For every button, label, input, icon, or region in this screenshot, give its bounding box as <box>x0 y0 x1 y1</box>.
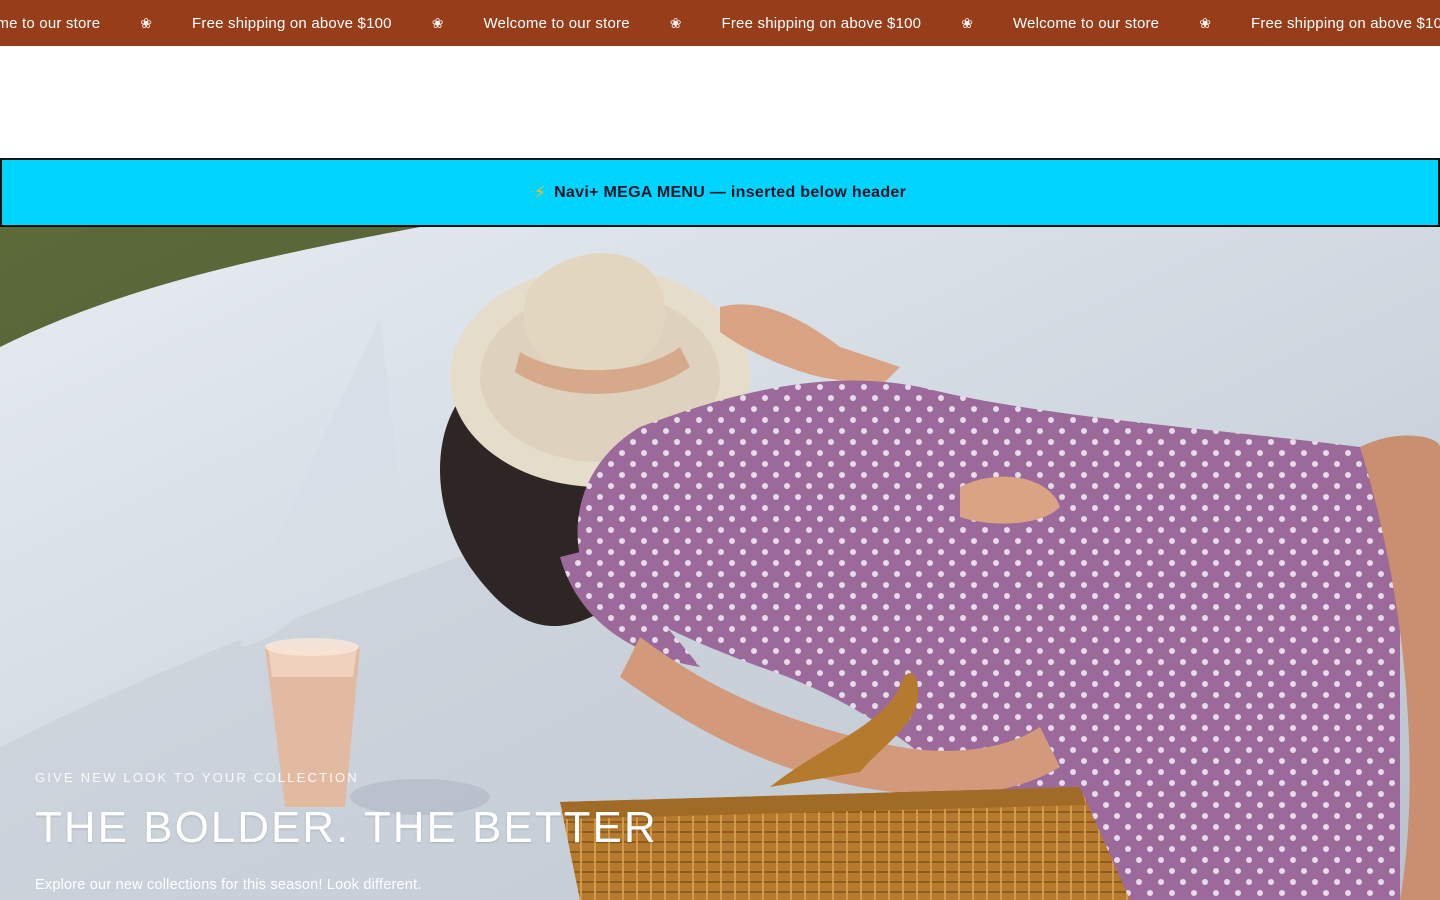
mega-menu-label: Navi+ MEGA MENU — inserted below header <box>554 183 907 201</box>
mega-menu-banner[interactable]: ⚡ Navi+ MEGA MENU — inserted below heade… <box>0 158 1440 227</box>
announcement-text: Welcome to our store <box>483 14 630 32</box>
flower-separator-icon: ❀ <box>669 14 682 31</box>
hero-eyebrow: GIVE NEW LOOK TO YOUR COLLECTION <box>35 770 359 785</box>
hero-banner[interactable]: GIVE NEW LOOK TO YOUR COLLECTION THE BOL… <box>0 227 1440 900</box>
announcement-text: Welcome to our store <box>1012 14 1160 32</box>
site-header <box>0 46 1440 158</box>
flower-separator-icon: ❀ <box>431 14 444 31</box>
hero-title: THE BOLDER. THE BETTER <box>35 803 658 852</box>
flower-separator-icon: ❀ <box>140 14 153 31</box>
announcement-text: Free shipping on above $100 <box>192 14 392 32</box>
hero-content: GIVE NEW LOOK TO YOUR COLLECTION THE BOL… <box>35 770 935 893</box>
announcement-text: Free shipping on above $100 <box>1250 14 1440 32</box>
flower-separator-icon: ❀ <box>1199 14 1211 31</box>
lightning-icon: ⚡ <box>533 182 547 202</box>
announcement-bar: Welcome to our store ❀ Free shipping on … <box>0 0 1440 46</box>
hero-subtitle: Explore our new collections for this sea… <box>35 877 422 894</box>
announcement-text: Free shipping on above $100 <box>721 14 922 32</box>
announcement-text: Welcome to our store <box>0 14 101 32</box>
flower-separator-icon: ❀ <box>961 14 973 31</box>
announcement-marquee: Welcome to our store ❀ Free shipping on … <box>0 0 1440 46</box>
